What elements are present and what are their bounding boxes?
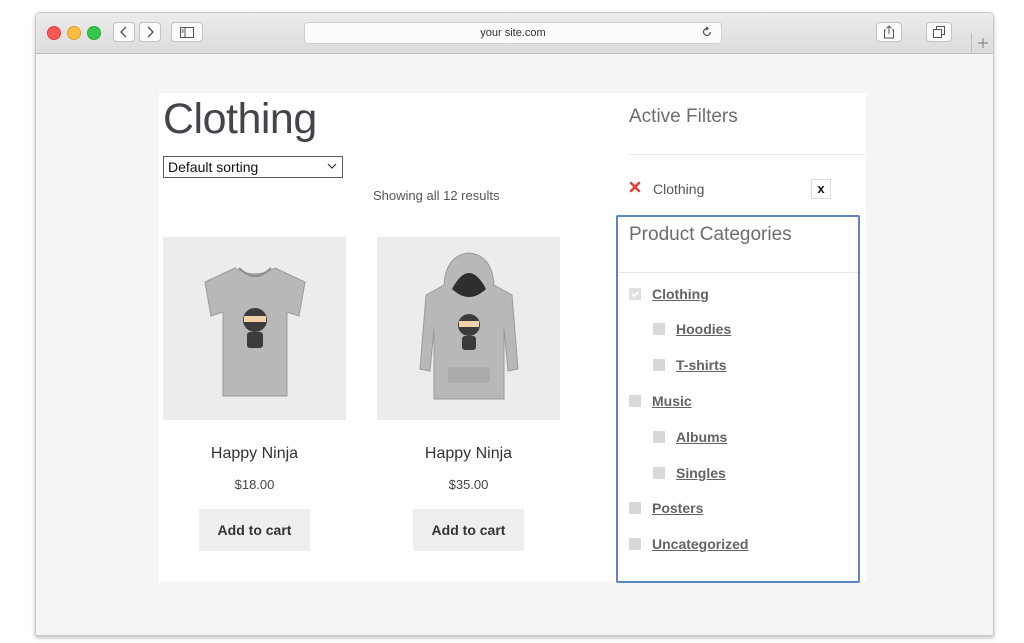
close-window-button[interactable]	[47, 26, 61, 40]
product-card: Happy Ninja $35.00 Add to cart	[377, 237, 560, 551]
category-label[interactable]: Clothing	[652, 286, 709, 302]
category-checkbox[interactable]	[653, 359, 665, 371]
new-tab-button[interactable]	[971, 33, 993, 53]
address-bar[interactable]: your site.com	[304, 22, 722, 44]
category-item-uncategorized[interactable]: Uncategorized	[629, 535, 748, 553]
forward-button[interactable]	[139, 22, 161, 42]
product-image[interactable]	[377, 237, 560, 420]
category-checkbox[interactable]	[629, 288, 641, 300]
category-label[interactable]: Uncategorized	[652, 536, 748, 552]
remove-filter-icon[interactable]	[629, 181, 641, 193]
product-name[interactable]: Happy Ninja	[377, 445, 560, 463]
active-filters-title: Active Filters	[629, 106, 738, 127]
reload-icon[interactable]	[701, 26, 713, 41]
category-label[interactable]: Singles	[676, 465, 726, 481]
category-item-clothing[interactable]: Clothing	[629, 285, 709, 303]
share-button[interactable]	[876, 22, 902, 42]
category-item-singles[interactable]: Singles	[653, 464, 726, 482]
zoom-window-button[interactable]	[87, 26, 101, 40]
category-checkbox[interactable]	[653, 323, 665, 335]
product-card: Happy Ninja $18.00 Add to cart	[163, 237, 346, 551]
sorting-select[interactable]: Default sorting	[163, 156, 343, 178]
product-categories-title: Product Categories	[629, 224, 792, 245]
add-to-cart-button[interactable]: Add to cart	[199, 509, 310, 551]
category-checkbox[interactable]	[653, 431, 665, 443]
checkmark-icon	[631, 291, 639, 298]
product-price: $35.00	[448, 477, 489, 492]
product-image[interactable]	[163, 237, 346, 420]
chevron-down-icon	[327, 163, 337, 169]
browser-window: your site.com Clothing Default sorting S…	[35, 12, 994, 636]
product-name[interactable]: Happy Ninja	[163, 445, 346, 463]
sidebar-icon	[180, 26, 194, 38]
minimize-window-button[interactable]	[67, 26, 81, 40]
category-item-music[interactable]: Music	[629, 392, 692, 410]
page-content: Clothing Default sorting Showing all 12 …	[159, 93, 866, 583]
chevron-right-icon	[147, 26, 154, 38]
category-label[interactable]: Posters	[652, 500, 703, 516]
category-item-albums[interactable]: Albums	[653, 428, 727, 446]
hoodie-image-icon	[418, 251, 519, 399]
results-count: Showing all 12 results	[373, 188, 500, 203]
tshirt-image-icon	[203, 266, 306, 396]
browser-toolbar: your site.com	[36, 13, 993, 54]
page-title: Clothing	[163, 95, 317, 143]
category-checkbox[interactable]	[629, 538, 641, 550]
category-label[interactable]: Hoodies	[676, 321, 731, 337]
plus-icon	[978, 38, 988, 48]
category-label[interactable]: T-shirts	[676, 357, 727, 373]
divider	[629, 154, 866, 155]
tabs-icon	[933, 26, 945, 38]
url-text: your site.com	[480, 27, 546, 39]
sorting-value: Default sorting	[168, 159, 259, 175]
category-checkbox[interactable]	[629, 502, 641, 514]
category-label[interactable]: Albums	[676, 429, 727, 445]
share-icon	[884, 25, 894, 39]
category-item-hoodies[interactable]: Hoodies	[653, 320, 731, 338]
category-label[interactable]: Music	[652, 393, 692, 409]
category-checkbox[interactable]	[629, 395, 641, 407]
remove-filter-button[interactable]: x	[811, 179, 831, 199]
add-to-cart-button[interactable]: Add to cart	[413, 509, 524, 551]
product-price: $18.00	[234, 477, 275, 492]
tabs-overview-button[interactable]	[926, 22, 952, 42]
sidebar-toggle-button[interactable]	[171, 22, 203, 42]
category-item-tshirts[interactable]: T-shirts	[653, 356, 727, 374]
chevron-left-icon	[120, 26, 127, 38]
active-filter-item: Clothing x	[629, 179, 831, 199]
category-item-posters[interactable]: Posters	[629, 499, 703, 517]
back-button[interactable]	[113, 22, 135, 42]
category-checkbox[interactable]	[653, 467, 665, 479]
active-filter-label[interactable]: Clothing	[653, 181, 704, 197]
divider	[619, 272, 858, 273]
